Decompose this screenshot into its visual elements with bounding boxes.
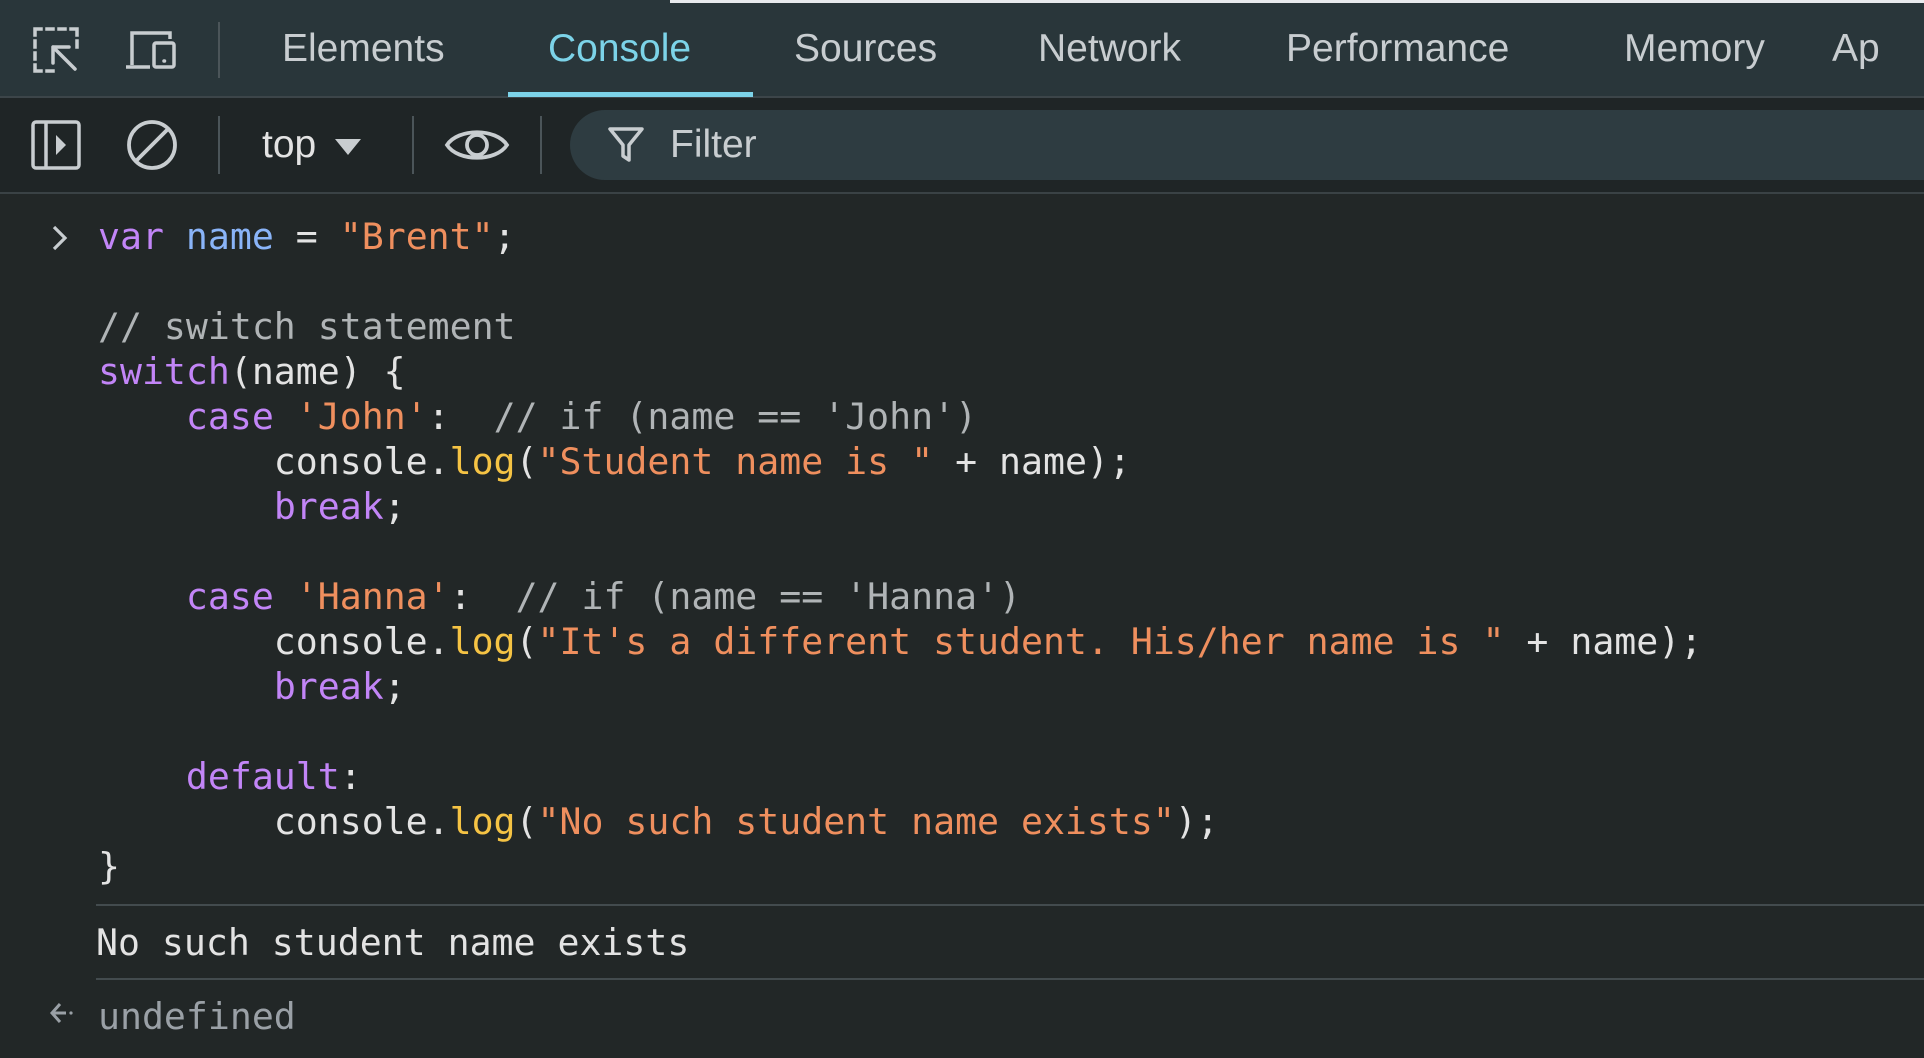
filter-input[interactable]	[668, 122, 1272, 168]
code-token: console.	[98, 620, 450, 663]
toolbar-divider	[218, 116, 220, 174]
tab-divider	[218, 22, 220, 78]
code-token: // if (name == 'John')	[493, 395, 978, 438]
code-token: }	[98, 845, 120, 888]
tab-memory[interactable]: Memory	[1624, 0, 1765, 98]
code-line: console.log("It's a different student. H…	[98, 619, 1702, 664]
code-token: + name);	[933, 440, 1131, 483]
code-token: 'Hanna'	[295, 575, 450, 618]
code-token: (name) {	[229, 350, 406, 393]
code-token: case	[185, 395, 274, 438]
code-token: (	[515, 440, 538, 483]
code-token: (	[515, 620, 538, 663]
code-token: =	[273, 215, 340, 258]
filter-box[interactable]	[570, 110, 1924, 180]
code-line: console.log("Student name is " + name);	[98, 439, 1702, 484]
devtools-tab-bar: Elements Console Sources Network Perform…	[0, 0, 1924, 98]
context-label: top	[262, 123, 317, 166]
code-token: :	[449, 575, 516, 618]
code-token: "Student name is "	[537, 440, 934, 483]
code-token: default	[185, 755, 340, 798]
code-token: ;	[383, 485, 406, 528]
code-token: (	[515, 800, 538, 843]
console-toolbar: top	[0, 98, 1924, 194]
code-line: ​	[98, 259, 1702, 304]
console-input-code[interactable]: var name = "Brent";​// switch statements…	[98, 214, 1702, 889]
code-token: log	[449, 800, 516, 843]
code-token: name	[185, 215, 274, 258]
tab-sources[interactable]: Sources	[794, 0, 937, 98]
code-token: case	[185, 575, 274, 618]
code-line: // switch statement	[98, 304, 1702, 349]
code-line: case 'John': // if (name == 'John')	[98, 394, 1702, 439]
code-line: }	[98, 844, 1702, 889]
code-token: // if (name == 'Hanna')	[515, 575, 1021, 618]
tab-console[interactable]: Console	[548, 0, 691, 98]
input-prompt-chevron-icon	[50, 224, 70, 257]
clear-console-icon[interactable]	[124, 116, 180, 174]
execution-context-select[interactable]: top	[262, 116, 362, 174]
tab-application[interactable]: Ap	[1832, 0, 1880, 98]
code-token: switch	[98, 350, 230, 393]
message-separator	[96, 978, 1924, 980]
code-token: break	[273, 665, 384, 708]
filter-funnel-icon	[606, 125, 646, 165]
code-token: "It's a different student. His/her name …	[537, 620, 1505, 663]
code-token: + name);	[1504, 620, 1703, 663]
code-line: ​	[98, 709, 1702, 754]
toolbar-divider	[412, 116, 414, 174]
code-token: :	[339, 755, 362, 798]
code-token: log	[449, 440, 516, 483]
code-line: break;	[98, 664, 1702, 709]
return-value: undefined	[98, 995, 296, 1038]
code-line: ​	[98, 529, 1702, 574]
code-token: log	[449, 620, 516, 663]
code-token: console.	[98, 440, 450, 483]
message-separator	[96, 904, 1924, 906]
code-line: break;	[98, 484, 1702, 529]
dropdown-arrow-icon	[334, 123, 362, 167]
sidebar-toggle-icon[interactable]	[28, 116, 84, 174]
code-token: var	[98, 215, 164, 258]
console-log-output: No such student name exists	[96, 921, 690, 964]
live-expression-eye-icon[interactable]	[444, 116, 510, 174]
active-tab-indicator	[508, 92, 753, 97]
code-line: var name = "Brent";	[98, 214, 1702, 259]
code-token: break	[273, 485, 384, 528]
device-toolbar-icon[interactable]	[124, 22, 180, 78]
code-token: console.	[98, 800, 450, 843]
code-token: "Brent"	[339, 215, 494, 258]
return-value-arrow-icon	[48, 1000, 76, 1031]
code-token: ;	[383, 665, 406, 708]
code-line: switch(name) {	[98, 349, 1702, 394]
code-line: default:	[98, 754, 1702, 799]
code-token: 'John'	[295, 395, 428, 438]
tab-elements[interactable]: Elements	[282, 0, 445, 98]
tab-network[interactable]: Network	[1038, 0, 1181, 98]
toolbar-divider	[540, 116, 542, 174]
inspect-element-icon[interactable]	[28, 22, 84, 78]
tab-performance[interactable]: Performance	[1286, 0, 1509, 98]
code-line: case 'Hanna': // if (name == 'Hanna')	[98, 574, 1702, 619]
code-token: "No such student name exists"	[537, 800, 1175, 843]
console-panel: var name = "Brent";​// switch statements…	[0, 194, 1924, 1058]
code-token: :	[427, 395, 494, 438]
code-line: console.log("No such student name exists…	[98, 799, 1702, 844]
code-token: // switch statement	[98, 305, 516, 348]
code-token: ;	[493, 215, 516, 258]
code-token: );	[1174, 800, 1219, 843]
